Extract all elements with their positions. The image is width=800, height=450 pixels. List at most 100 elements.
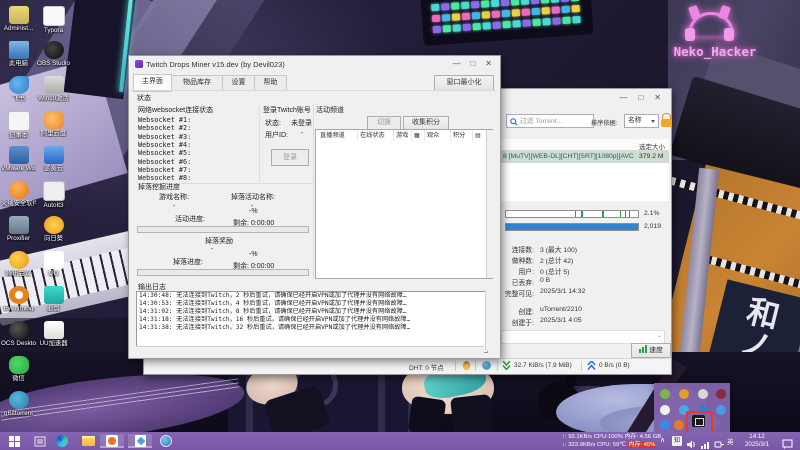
websocket-status-line: Websocket #6: [138,157,192,166]
speed-tab[interactable]: 速度 [631,343,671,358]
desktop-icon-notepad[interactable]: 记事本 [1,111,36,139]
highlighted-tray-icon[interactable] [692,415,705,427]
desktop-icon-label: 记事本 [9,132,28,139]
torrent-filter-input[interactable]: 过滤 Torrent... [506,114,594,128]
switch-button[interactable]: 切换 [367,116,401,130]
desktop-icon-lanzou[interactable]: 蓝奏云 [36,146,71,172]
channel-col-1[interactable]: 在线状态 [358,130,394,141]
lang-indicator[interactable]: 英 [727,436,734,446]
websocket-status-line: Websocket #5: [138,149,192,158]
desktop-icon-qbittorrent[interactable]: qBittorrent [1,391,36,417]
desktop-icon-everything[interactable]: Everything [1,286,36,312]
channel-col-0[interactable]: 直播频道 [318,130,358,141]
desktop-icon-label: 向日葵 [44,235,63,242]
channels-scrollbar[interactable] [486,130,493,278]
globe-icon[interactable] [482,361,491,370]
login-button[interactable]: 登录 [271,149,309,166]
tdm-window[interactable]: Twitch Drops Miner v15.dev (by Devil023)… [128,55,501,359]
channels-table[interactable]: 直播频道 在线状态 游戏 ▦ 观众 积分 ▤ [315,129,493,279]
tray-icon-3[interactable] [716,389,726,399]
desktop-icon-bijian[interactable]: 必剪 [36,286,71,312]
desktop-icon-label: 此电脑 [9,60,28,67]
tray-icon-2[interactable] [698,389,708,399]
campaign-pct: -% [249,208,258,215]
log-hscrollbar[interactable] [136,346,484,353]
chart-icon [639,345,648,353]
window-title: Twitch Drops Miner v15.dev (by Devil023) [146,60,285,69]
minimize-icon[interactable]: — [619,93,627,103]
collect-points-button[interactable]: 收集积分 [403,116,449,130]
desktop-icon-uu[interactable]: UU加速器 [36,321,71,347]
log-output[interactable]: 14:30:48: 无法连接到Twitch，2 秒后重试，请确保已经开启VPN或… [136,291,488,353]
desktop-icon-this-pc[interactable]: 此电脑 [1,41,36,67]
explorer-icon[interactable] [76,434,100,448]
action-center-icon[interactable] [782,436,793,450]
tray-expand-chevron[interactable]: ∧ [660,436,665,444]
dev-app-icon[interactable] [154,434,178,448]
desktop-icon-wechat[interactable]: 微信 [1,356,36,382]
minimize-to-tray-button[interactable]: 窗口最小化 [434,75,494,91]
download-speed: 32.7 KiB/s (7.9 MiB) [514,362,572,369]
flame-icon[interactable] [463,361,470,370]
tray-icon-4[interactable] [660,405,670,415]
close-icon[interactable]: ✕ [485,59,492,69]
channel-col-3[interactable]: ▦ [412,130,425,141]
log-vscrollbar[interactable] [485,291,493,351]
login-status-value: 未登录 [291,120,312,127]
close-icon[interactable]: ✕ [654,93,661,103]
maximize-icon[interactable]: □ [470,59,475,69]
desktop-icon-feishu[interactable]: 飞书 [1,76,36,102]
traffic-line1: ↑: 92.1KB/s CPU:100% 内存: 4.56 GB [562,434,662,440]
utorrent-icon[interactable] [100,434,124,448]
tray-icon-8[interactable] [660,420,670,430]
tray-overflow-flyout[interactable] [654,383,730,434]
websocket-status-line: Websocket #3: [138,132,192,141]
minimize-icon[interactable]: — [452,59,460,69]
task-view-button[interactable] [28,434,52,448]
lanzou-icon [43,146,64,164]
sort-dropdown[interactable]: 名称 [624,114,659,128]
tdm-app-icon[interactable] [128,434,152,448]
desktop-icon-proxifier[interactable]: Proxifier [1,216,36,242]
tray-icon-1[interactable] [679,389,689,399]
desktop-icon-vmware[interactable]: VMware Workstat... [1,146,36,172]
neon-text: Neko_Hacker [673,44,757,59]
edge-icon[interactable] [50,434,74,448]
desktop-icon-label: 腾讯会议 [5,270,32,277]
desktop-icon-ocs[interactable]: OCS Desktop [1,321,36,347]
desktop-icon-folder[interactable]: Administ... [1,6,36,32]
tray-icon-7[interactable] [716,405,726,415]
taskbar[interactable]: ↑: 92.1KB/s CPU:100% 内存: 4.56 GB ↓: 323.… [0,432,800,450]
traffic-line2: ↓: 323.9KB/s CPU: 59℃ 内存: 45% [562,442,657,448]
desktop-icon-label: 蓝奏云 [44,165,63,172]
usb-icon[interactable] [714,436,724,450]
ime-icon[interactable]: 知 [672,435,682,446]
network-icon[interactable] [701,436,711,450]
tray-icon-9[interactable] [674,420,684,430]
taskbar-clock[interactable]: 14:12 2025/3/1 [737,433,777,449]
start-button[interactable] [2,434,26,448]
traffic-monitor[interactable]: ↑: 92.1KB/s CPU:100% 内存: 4.56 GB ↓: 323.… [562,433,662,449]
tray-icon-0[interactable] [660,389,670,399]
volume-icon[interactable] [687,436,697,450]
desktop-icon-typora[interactable]: Typora [36,6,71,34]
desktop-icon-qq[interactable]: QQ [36,251,71,277]
channel-col-4[interactable]: 观众 [425,130,451,141]
tab-1[interactable]: 物品库存 [171,75,223,91]
desktop-icon-sunflower[interactable]: 向日葵 [36,216,71,242]
tab-2[interactable]: 设置 [222,75,255,91]
lock-icon[interactable] [661,113,672,127]
desktop-icon-windows[interactable]: Win10激活 [36,76,71,102]
desktop-icon-meeting[interactable]: 腾讯会议 [1,251,36,277]
bijian-icon [43,286,64,304]
desktop-icon-obs[interactable]: OBS Studio [36,41,71,67]
channel-col-2[interactable]: 游戏 [394,130,412,141]
desktop-icon-aliyun[interactable]: 阿里云盘 [36,111,71,137]
drop-pct: -% [249,251,258,258]
tab-3[interactable]: 帮助 [254,75,287,91]
desktop-icon-huorong[interactable]: 火绒安全软件 [1,181,36,207]
channel-col-5[interactable]: 积分 [451,130,473,141]
autoit-icon [42,181,65,201]
desktop-icon-autoit[interactable]: AutoIt3 [36,181,71,209]
maximize-icon[interactable]: □ [638,93,643,103]
